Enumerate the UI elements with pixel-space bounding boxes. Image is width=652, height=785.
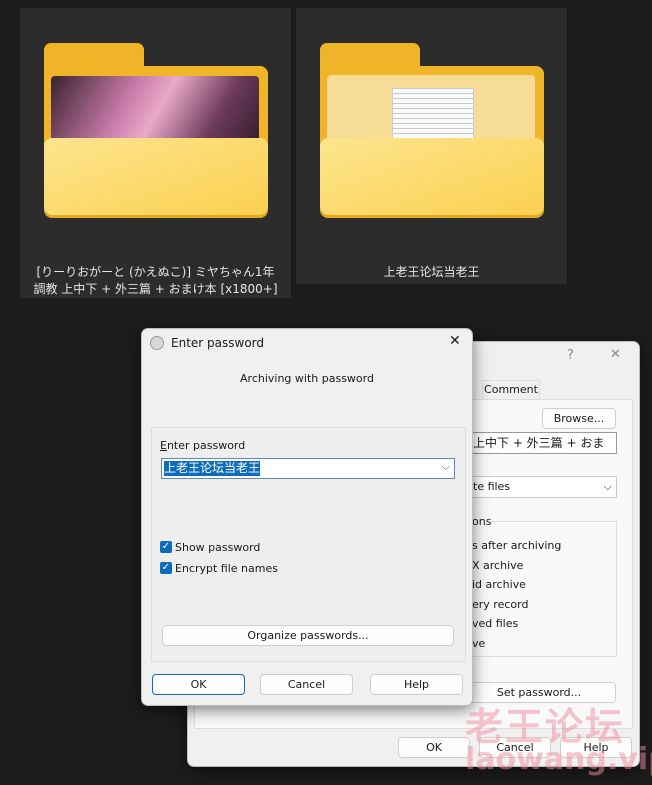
- ok-button[interactable]: OK: [398, 737, 470, 758]
- folder-name-line1: [りーりおがーと (かえぬこ)] ミヤちゃん1年: [36, 265, 275, 279]
- watermark-url: laowang.vip: [465, 742, 652, 777]
- organize-passwords-button[interactable]: Organize passwords...: [162, 625, 454, 646]
- encrypt-names-label[interactable]: Encrypt file names: [175, 562, 278, 575]
- browse-button[interactable]: Browse...: [542, 408, 616, 429]
- folder-name: [りーりおがーと (かえぬこ)] ミヤちゃん1年 調教 上中下 + 外三篇 + …: [20, 264, 291, 298]
- help-button[interactable]: Help: [370, 674, 463, 695]
- folder-name-line2: 調教 上中下 + 外三篇 + おまけ本 [x1800+]: [33, 282, 278, 296]
- password-value: 上老王论坛当老王: [164, 461, 261, 476]
- option-item[interactable]: ery record: [472, 595, 561, 615]
- enter-password-dialog: Enter password ✕ Archiving with password…: [141, 328, 473, 706]
- folder-tile-2[interactable]: 上老王论坛当老王: [296, 8, 567, 284]
- cancel-button[interactable]: Cancel: [260, 674, 353, 695]
- archive-name-combo[interactable]: 上中下 + 外三篇 + おま: [472, 432, 617, 454]
- update-mode-select[interactable]: te files ⌵: [472, 476, 617, 498]
- close-icon[interactable]: ✕: [610, 347, 621, 362]
- show-password-label[interactable]: Show password: [175, 541, 260, 554]
- chevron-down-icon[interactable]: ⌵: [442, 460, 450, 474]
- folder-front: [44, 138, 268, 215]
- password-input[interactable]: 上老王论坛当老王 ⌵: [161, 458, 455, 479]
- show-password-checkbox[interactable]: ✓: [160, 541, 172, 553]
- option-item[interactable]: ved files: [472, 614, 561, 634]
- help-icon[interactable]: ?: [567, 348, 574, 363]
- options-group-label: ons: [472, 515, 492, 528]
- encrypt-names-checkbox[interactable]: ✓: [160, 562, 172, 574]
- options-list: s after archiving X archive id archive e…: [472, 536, 561, 653]
- dialog-title: Enter password: [171, 336, 264, 350]
- update-mode-value: te files: [473, 480, 511, 493]
- close-icon[interactable]: ✕: [449, 333, 461, 349]
- password-field-label: Enter password: [160, 439, 246, 452]
- tab-comment[interactable]: Comment: [482, 380, 540, 399]
- option-item[interactable]: s after archiving: [472, 536, 561, 556]
- dialog-subtitle: Archiving with password: [240, 372, 374, 385]
- chevron-down-icon: ⌵: [603, 480, 612, 493]
- ok-button[interactable]: OK: [152, 674, 245, 695]
- archive-name-value: 上中下 + 外三篇 + おま: [473, 436, 605, 450]
- folder-tile-1[interactable]: [りーりおがーと (かえぬこ)] ミヤちゃん1年 調教 上中下 + 外三篇 + …: [20, 8, 291, 298]
- folder-front: [320, 138, 544, 215]
- folder-name: 上老王论坛当老王: [383, 265, 480, 279]
- option-item[interactable]: ve: [472, 634, 561, 654]
- winrar-app-icon: [150, 336, 164, 350]
- option-item[interactable]: id archive: [472, 575, 561, 595]
- option-item[interactable]: X archive: [472, 556, 561, 576]
